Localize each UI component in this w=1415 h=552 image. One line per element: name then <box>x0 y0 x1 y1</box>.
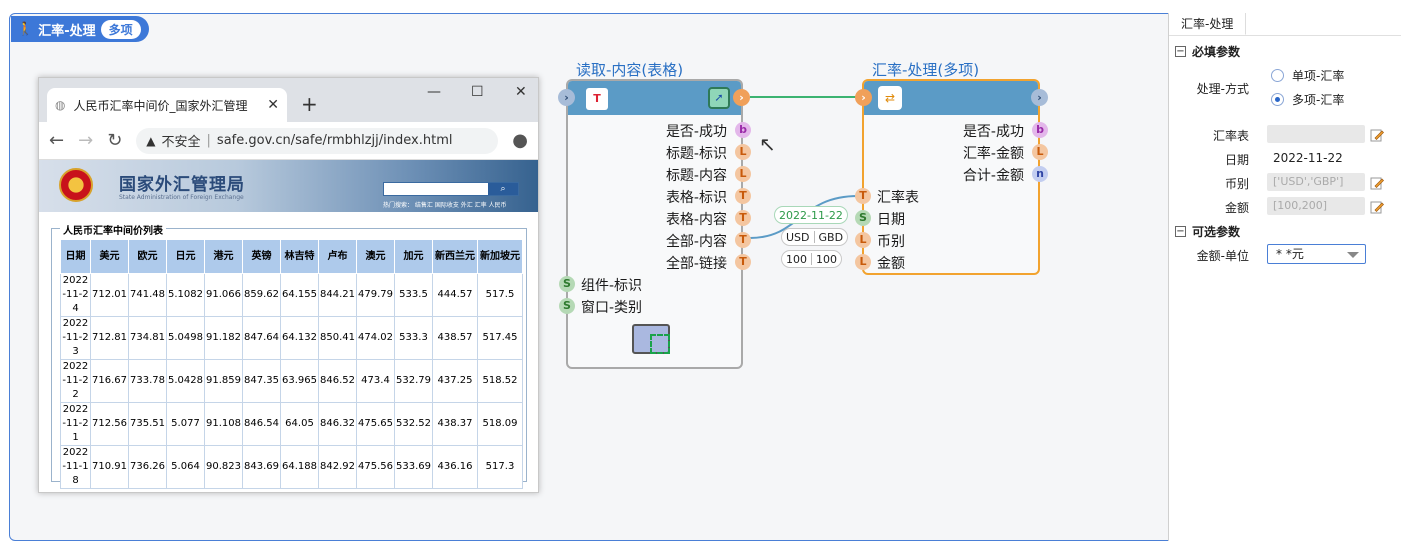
edit-icon[interactable] <box>1370 175 1384 190</box>
collapse-icon[interactable]: − <box>1175 46 1186 57</box>
pointer-select-icon[interactable]: ➚ <box>708 87 730 109</box>
port-type-badge[interactable]: S <box>855 210 871 226</box>
mode-option-multi[interactable]: 多项-汇率 <box>1271 91 1344 108</box>
rate-node-title: 汇率-处理(多项) <box>872 61 980 79</box>
port-label: 是否-成功 <box>665 124 727 140</box>
port-type-badge[interactable]: L <box>735 166 751 182</box>
rate-table-field[interactable] <box>1267 125 1365 143</box>
port-type-badge[interactable]: b <box>735 122 751 138</box>
amount-label: 金额 <box>1224 201 1249 215</box>
port-label: 合计-金额 <box>962 168 1024 184</box>
unit-select[interactable]: * *元 <box>1267 244 1366 264</box>
port-type-badge[interactable]: T <box>735 232 751 248</box>
workflow-title-pill[interactable]: 🚶 汇率-处理 多项 <box>11 16 149 42</box>
amount-chip-text-2: 100 <box>816 252 837 266</box>
chip-divider <box>813 231 815 243</box>
mode-option-single-label: 单项-汇率 <box>1292 69 1345 83</box>
currency-field[interactable]: ['USD','GBP'] <box>1267 173 1365 191</box>
port-label: 日期 <box>877 212 905 228</box>
port-label: 窗口-类别 <box>581 300 643 316</box>
mode-option-single[interactable]: 单项-汇率 <box>1271 67 1344 84</box>
currency-value-chip[interactable]: USD GBD <box>781 228 849 246</box>
unit-label: 金额-单位 <box>1196 249 1249 263</box>
required-section-title: 必填参数 <box>1192 45 1241 59</box>
screen-capture-icon[interactable] <box>632 324 670 354</box>
capture-frame-icon <box>650 334 670 354</box>
required-section-header[interactable]: − 必填参数 <box>1175 43 1240 60</box>
port-label: 币别 <box>877 234 905 250</box>
port-label: 金额 <box>877 256 905 272</box>
properties-panel: 汇率-处理 − 必填参数 处理-方式 单项-汇率 多项-汇率 汇率表 日期 20… <box>1168 13 1401 541</box>
port-type-badge[interactable]: S <box>559 298 575 314</box>
optional-section-header[interactable]: − 可选参数 <box>1175 223 1240 240</box>
table-read-icon: T <box>586 88 608 110</box>
optional-section-title: 可选参数 <box>1192 225 1241 239</box>
date-label: 日期 <box>1224 153 1249 167</box>
currency-chip-text-1: USD <box>786 230 810 244</box>
read-node[interactable]: T ➚ 是否-成功 b 标题-标识 L 标题-内容 L 表格-标识 T 表格-内容 T 全部-内容 T… <box>559 79 751 369</box>
rate-node-in-port[interactable]: › <box>855 89 872 106</box>
port-label: 标题-标识 <box>665 146 727 162</box>
read-node-title: 读取-内容(表格) <box>576 61 684 79</box>
rate-table-label: 汇率表 <box>1212 129 1249 143</box>
edit-icon[interactable] <box>1370 199 1384 214</box>
rate-node[interactable]: ⇄ 是否-成功 b 汇率-金额 L 合计-金额 n 汇率表 T 日期 S 币别 L 金额 L <box>855 79 1048 275</box>
panel-tab-line <box>1169 35 1401 36</box>
unit-select-value: * *元 <box>1276 247 1304 261</box>
port-type-badge[interactable]: L <box>735 144 751 160</box>
radio-multi[interactable] <box>1271 93 1284 106</box>
port-label: 标题-内容 <box>665 168 727 184</box>
port-type-badge[interactable]: n <box>1032 166 1048 182</box>
panel-tab[interactable]: 汇率-处理 <box>1169 13 1247 35</box>
mode-option-multi-label: 多项-汇率 <box>1292 93 1345 107</box>
port-label: 表格-内容 <box>665 212 727 228</box>
amount-chip-text-1: 100 <box>786 252 807 266</box>
port-type-badge[interactable]: T <box>735 188 751 204</box>
amount-value-chip[interactable]: 100 100 <box>781 250 842 268</box>
port-type-badge[interactable]: S <box>559 276 575 292</box>
amount-field[interactable]: [100,200] <box>1267 197 1365 215</box>
port-type-badge[interactable]: L <box>855 232 871 248</box>
read-node-out-port[interactable]: › <box>733 89 750 106</box>
multi-badge: 多项 <box>100 19 141 39</box>
date-value[interactable]: 2022-11-22 <box>1273 151 1343 165</box>
walking-person-icon: 🚶 <box>17 21 34 37</box>
port-label: 表格-标识 <box>665 190 727 206</box>
port-label: 汇率表 <box>877 190 919 206</box>
port-type-badge[interactable]: T <box>735 210 751 226</box>
read-node-in-port[interactable]: › <box>558 89 575 106</box>
port-label: 是否-成功 <box>962 124 1024 140</box>
currency-label: 币别 <box>1224 177 1249 191</box>
date-value-chip[interactable]: 2022-11-22 <box>774 206 848 224</box>
port-type-badge[interactable]: b <box>1032 122 1048 138</box>
chevron-down-icon <box>1347 252 1359 258</box>
port-label: 汇率-金额 <box>962 146 1024 162</box>
port-label: 全部-内容 <box>665 234 727 250</box>
workflow-title: 汇率-处理 <box>38 23 96 39</box>
radio-single[interactable] <box>1271 69 1284 82</box>
port-label: 全部-链接 <box>665 256 727 272</box>
mouse-cursor-icon: ↖ <box>759 132 776 156</box>
exchange-rate-icon: ⇄ <box>878 86 902 110</box>
mode-label: 处理-方式 <box>1196 82 1249 96</box>
chip-divider <box>811 253 812 265</box>
currency-chip-text-2: GBD <box>818 230 844 244</box>
port-type-badge[interactable]: L <box>1032 144 1048 160</box>
edit-icon[interactable] <box>1370 127 1384 142</box>
port-type-badge[interactable]: T <box>735 254 751 270</box>
collapse-icon[interactable]: − <box>1175 226 1186 237</box>
date-chip-text: 2022-11-22 <box>779 208 843 222</box>
port-label: 组件-标识 <box>581 278 643 294</box>
port-type-badge[interactable]: L <box>855 254 871 270</box>
port-type-badge[interactable]: T <box>855 188 871 204</box>
rate-node-out-port[interactable]: › <box>1031 89 1048 106</box>
